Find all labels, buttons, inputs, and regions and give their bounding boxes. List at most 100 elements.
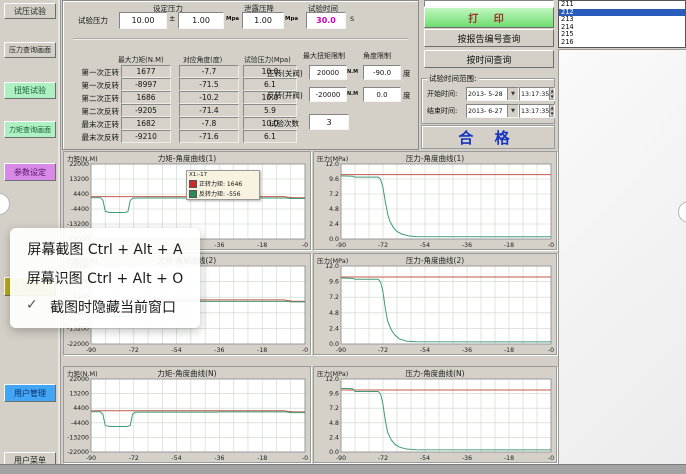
svg-text:7.2: 7.2 bbox=[329, 294, 339, 301]
end-date-value: 2013- 6-27 bbox=[468, 108, 503, 115]
deg-unit-1: 度 bbox=[403, 68, 411, 79]
svg-text:2.4: 2.4 bbox=[329, 325, 339, 332]
sidebar-button-torque-test[interactable]: 扭矩试验 bbox=[4, 82, 56, 99]
table-cell: -71.6 bbox=[179, 130, 239, 143]
svg-text:-0: -0 bbox=[548, 242, 554, 249]
svg-text:22000: 22000 bbox=[69, 161, 89, 168]
svg-text:-4400: -4400 bbox=[71, 420, 89, 427]
right-blank-panel bbox=[558, 49, 686, 466]
report-number-field[interactable] bbox=[424, 0, 554, 7]
report-list-item[interactable]: 216 bbox=[559, 39, 685, 47]
svg-text:-90: -90 bbox=[336, 455, 346, 462]
start-time-spinner[interactable]: 13:17:35 ▲▼ bbox=[519, 87, 555, 101]
svg-text:-36: -36 bbox=[214, 242, 224, 249]
svg-text:-0: -0 bbox=[302, 455, 308, 462]
query-by-time-button[interactable]: 按时间查询 bbox=[424, 50, 554, 68]
report-list-item[interactable]: 213 bbox=[559, 16, 685, 24]
report-list-item[interactable]: 212 bbox=[559, 9, 685, 17]
tolerance-input[interactable]: 1.00 bbox=[178, 12, 224, 29]
table-cell: -71.4 bbox=[179, 104, 239, 117]
test-pressure-input[interactable]: 10.00 bbox=[119, 12, 167, 29]
sidebar-button-pressure-query[interactable]: 压力查询画面 bbox=[4, 42, 56, 58]
end-date-combo[interactable]: 2013- 6-27 ▼ bbox=[466, 104, 519, 118]
svg-text:-90: -90 bbox=[336, 347, 346, 354]
svg-text:7.2: 7.2 bbox=[329, 191, 339, 198]
legend-swatch-red bbox=[189, 180, 197, 188]
time-range-groupbox: 试验时间范围: 开始时间: 2013- 5-28 ▼ 13:17:35 ▲▼ 结… bbox=[421, 78, 555, 124]
start-date-combo[interactable]: 2013- 5-28 ▼ bbox=[466, 87, 519, 101]
plus-minus-label: ± bbox=[169, 14, 175, 23]
test-count-input[interactable]: 3 bbox=[309, 114, 349, 130]
chevron-down-icon[interactable]: ▼ bbox=[507, 105, 518, 117]
pressure-angle-chart-n: 压力(MPa) 压力-角度曲线(N) 12.09.67.24.82.40.0-9… bbox=[313, 366, 557, 463]
legend-swatch-green bbox=[189, 190, 197, 198]
seconds-unit: S bbox=[350, 15, 354, 23]
sidebar-button-user-management[interactable]: 用户管理 bbox=[4, 384, 56, 402]
report-listbox[interactable]: 211212213214215216 bbox=[558, 0, 686, 48]
deg-unit-2: 度 bbox=[403, 90, 411, 101]
svg-text:9.6: 9.6 bbox=[329, 176, 339, 183]
col-header-angle: 对应角度(度) bbox=[183, 54, 222, 64]
menu-item-hide-window[interactable]: ✓ 截图时隐藏当前窗口 bbox=[10, 297, 200, 317]
svg-text:-72: -72 bbox=[378, 242, 388, 249]
forward-angle-limit-input[interactable]: -90.0 bbox=[363, 65, 401, 80]
end-time-spinner[interactable]: 13:17:35 ▲▼ bbox=[519, 104, 555, 118]
svg-text:-90: -90 bbox=[86, 455, 96, 462]
svg-text:9.6: 9.6 bbox=[329, 391, 339, 398]
print-button[interactable]: 打 印 bbox=[424, 7, 554, 28]
svg-text:-18: -18 bbox=[257, 455, 267, 462]
test-pressure-label: 试验压力 bbox=[78, 15, 108, 26]
svg-text:4.8: 4.8 bbox=[329, 310, 339, 317]
reverse-open-label: 反转(开阀) bbox=[267, 90, 303, 101]
row-label: 最末次反转 bbox=[65, 132, 119, 143]
spinner-icon[interactable]: ▲▼ bbox=[549, 88, 554, 100]
svg-text:-72: -72 bbox=[378, 455, 388, 462]
time-range-label: 试验时间范围: bbox=[427, 73, 479, 84]
menu-item-screenshot[interactable]: 屏幕截图 Ctrl + Alt + A bbox=[10, 239, 200, 259]
row-label: 第二次正转 bbox=[65, 93, 119, 104]
report-list-item[interactable]: 214 bbox=[559, 24, 685, 32]
row-label: 第二次反转 bbox=[65, 106, 119, 117]
leak-drop-input[interactable]: 1.00 bbox=[242, 12, 284, 29]
svg-text:22000: 22000 bbox=[69, 376, 89, 383]
result-status-badge: 合 格 bbox=[421, 125, 555, 149]
svg-text:-72: -72 bbox=[129, 347, 139, 354]
menu-item-screen-ocr[interactable]: 屏幕识图 Ctrl + Alt + O bbox=[10, 268, 200, 288]
test-time-input[interactable]: 30.0 bbox=[306, 12, 346, 29]
svg-text:4400: 4400 bbox=[73, 191, 89, 198]
query-by-report-button[interactable]: 按报告编号查询 bbox=[424, 29, 554, 47]
checkmark-icon: ✓ bbox=[26, 297, 38, 313]
context-menu: 屏幕截图 Ctrl + Alt + A 屏幕识图 Ctrl + Alt + O … bbox=[10, 228, 200, 328]
sidebar-button-pressure-test[interactable]: 试压试验 bbox=[4, 3, 56, 19]
svg-text:12.0: 12.0 bbox=[325, 263, 339, 270]
spinner-icon[interactable]: ▲▼ bbox=[549, 105, 554, 117]
sidebar-button-parameter-settings[interactable]: 参数设定 bbox=[4, 163, 56, 181]
chevron-down-icon[interactable]: ▼ bbox=[507, 88, 518, 100]
report-list-item[interactable]: 215 bbox=[559, 31, 685, 39]
nm-unit-2: N.M bbox=[347, 91, 358, 97]
svg-text:-54: -54 bbox=[420, 455, 430, 462]
row-label: 第一次正转 bbox=[65, 67, 119, 78]
start-date-value: 2013- 5-28 bbox=[468, 91, 503, 98]
end-time-value: 13:17:35 bbox=[521, 108, 549, 115]
svg-text:-36: -36 bbox=[462, 242, 472, 249]
svg-text:-0: -0 bbox=[548, 455, 554, 462]
svg-text:-13200: -13200 bbox=[67, 434, 89, 441]
svg-text:-18: -18 bbox=[504, 242, 514, 249]
svg-text:-0: -0 bbox=[302, 347, 308, 354]
row-label: 第一次反转 bbox=[65, 80, 119, 91]
svg-text:4.8: 4.8 bbox=[329, 420, 339, 427]
forward-torque-limit-input[interactable]: 20000 bbox=[309, 65, 347, 80]
forward-close-label: 正转(关阀) bbox=[267, 68, 303, 79]
report-list-item[interactable]: 211 bbox=[559, 1, 685, 9]
svg-text:-18: -18 bbox=[257, 242, 267, 249]
svg-text:12.0: 12.0 bbox=[325, 161, 339, 168]
svg-text:-18: -18 bbox=[504, 347, 514, 354]
svg-text:-72: -72 bbox=[129, 455, 139, 462]
reverse-angle-limit-input[interactable]: 0.0 bbox=[363, 87, 401, 102]
table-cell: 1686 bbox=[121, 91, 171, 104]
table-cell: 6.1 bbox=[243, 130, 297, 143]
sidebar-button-torque-query[interactable]: 力矩查询画面 bbox=[4, 121, 56, 138]
reverse-torque-limit-input[interactable]: -20000 bbox=[309, 87, 347, 102]
svg-text:-90: -90 bbox=[86, 347, 96, 354]
